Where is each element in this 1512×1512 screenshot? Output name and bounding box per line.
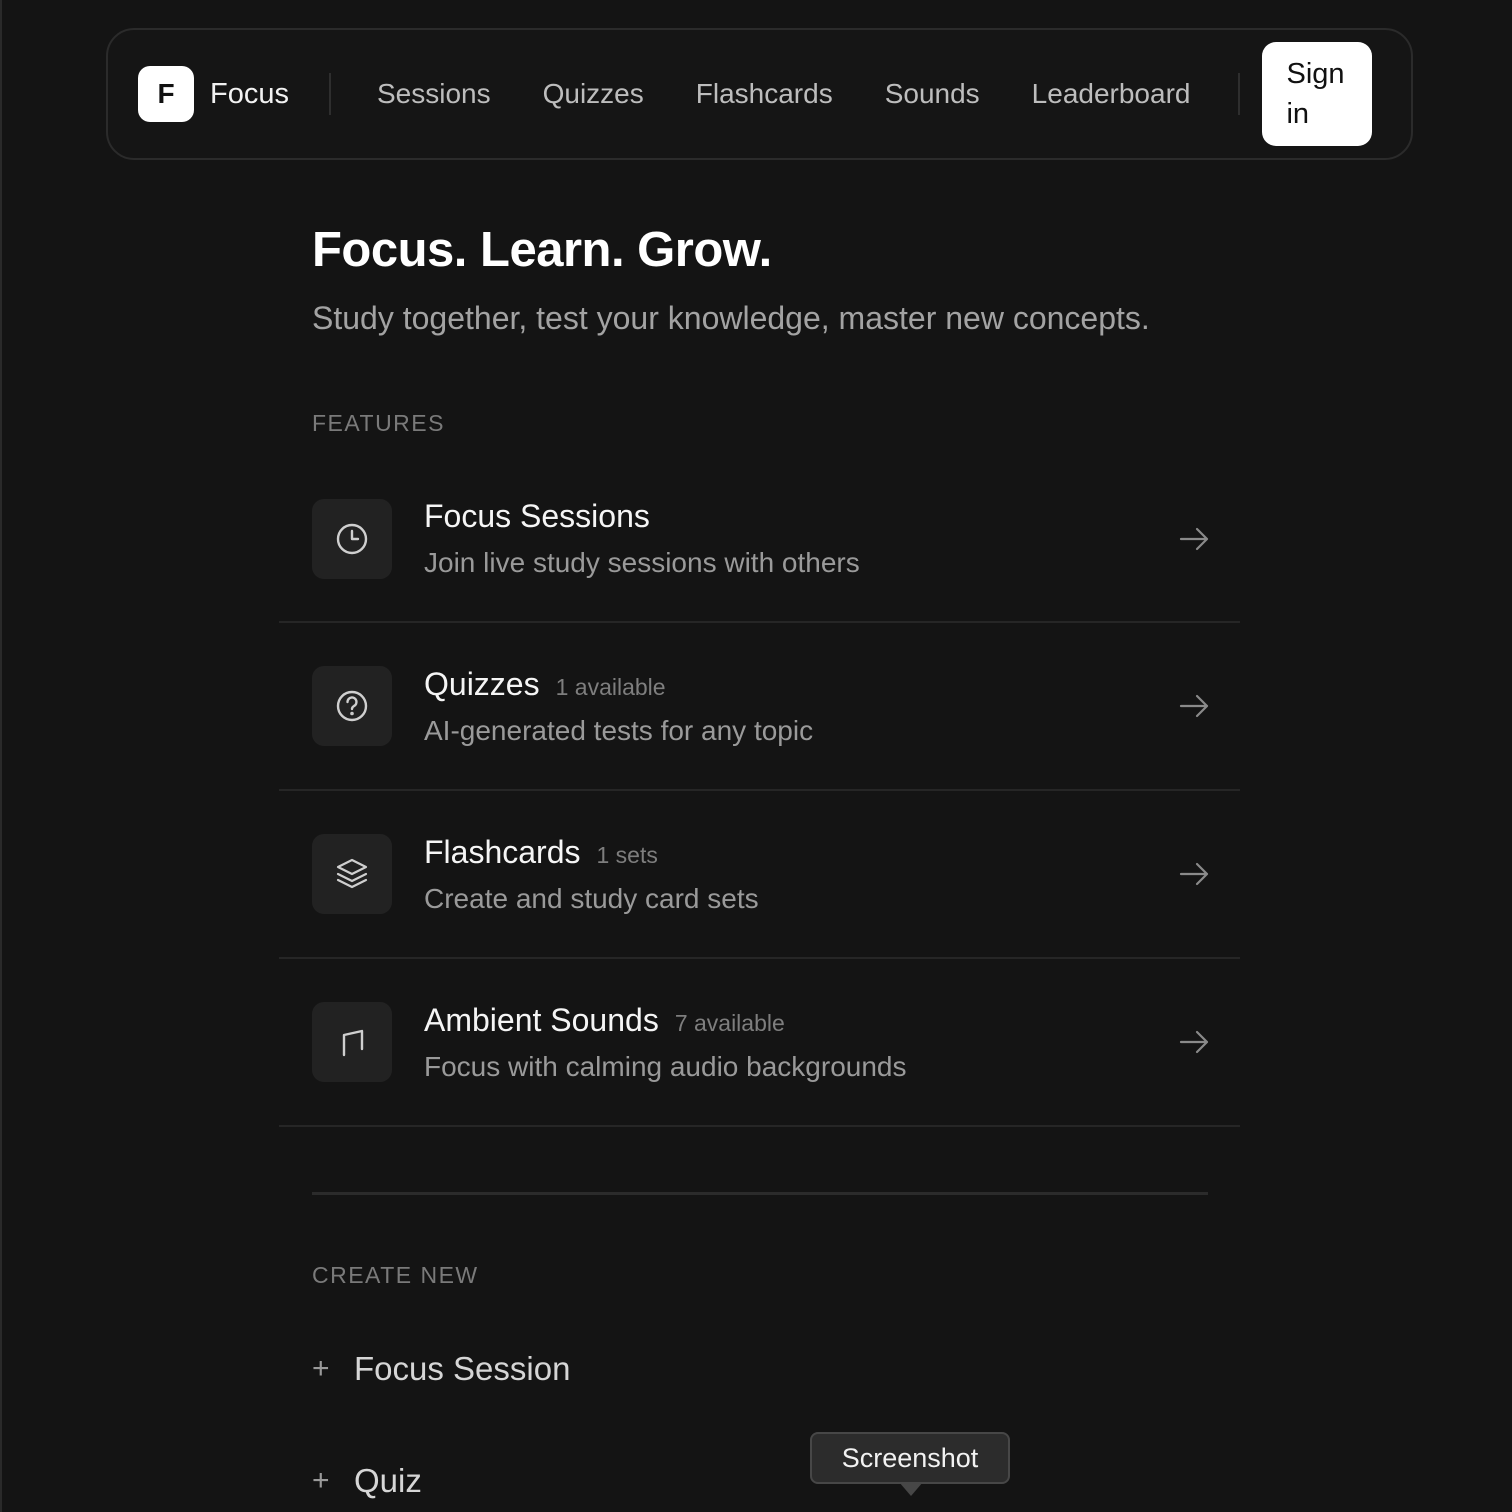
music-note-icon: [312, 1002, 392, 1082]
screenshot-tooltip: Screenshot: [810, 1432, 1010, 1484]
create-quiz-button[interactable]: + Quiz: [312, 1462, 422, 1500]
feature-row-quizzes[interactable]: Quizzes 1 available AI-generated tests f…: [279, 623, 1240, 791]
feature-description: Create and study card sets: [424, 882, 759, 914]
nav-link-flashcards[interactable]: Flashcards: [696, 78, 833, 110]
feature-description: AI-generated tests for any topic: [424, 714, 814, 746]
nav-link-leaderboard[interactable]: Leaderboard: [1032, 78, 1191, 110]
feature-row-ambient-sounds[interactable]: Ambient Sounds 7 available Focus with ca…: [279, 959, 1240, 1127]
feature-title: Ambient Sounds: [424, 1001, 659, 1038]
feature-title: Focus Sessions: [424, 498, 650, 534]
feature-description: Focus with calming audio backgrounds: [424, 1050, 907, 1082]
feature-badge: 1 available: [555, 673, 666, 700]
arrow-right-icon: [1179, 694, 1209, 718]
page-subtitle: Study together, test your knowledge, mas…: [312, 300, 1150, 336]
feature-title: Quizzes: [424, 665, 540, 702]
create-item-label: Quiz: [354, 1462, 422, 1499]
plus-icon: +: [312, 1464, 330, 1497]
create-focus-session-button[interactable]: + Focus Session: [312, 1350, 570, 1388]
top-navbar: F Focus Sessions Quizzes Flashcards Soun…: [106, 28, 1413, 160]
sign-in-button[interactable]: Sign in: [1262, 42, 1373, 146]
feature-badge: 7 available: [674, 1009, 785, 1036]
plus-icon: +: [312, 1352, 330, 1385]
nav-divider: [328, 73, 331, 115]
brand-logo: F: [138, 66, 194, 122]
tooltip-tail: [899, 1482, 923, 1496]
feature-badge: 1 sets: [596, 841, 658, 868]
arrow-right-icon: [1179, 527, 1209, 550]
nav-link-sounds[interactable]: Sounds: [885, 78, 980, 110]
features-section-label: FEATURES: [312, 410, 445, 436]
nav-link-sessions[interactable]: Sessions: [377, 78, 491, 110]
feature-row-focus-sessions[interactable]: Focus Sessions Join live study sessions …: [279, 456, 1240, 623]
nav-links: Sessions Quizzes Flashcards Sounds Leade…: [377, 78, 1191, 110]
question-circle-icon: [312, 666, 392, 746]
create-new-section-label: CREATE NEW: [312, 1262, 479, 1288]
brand[interactable]: F Focus: [138, 66, 289, 122]
feature-row-flashcards[interactable]: Flashcards 1 sets Create and study card …: [279, 791, 1240, 959]
layers-icon: [312, 834, 392, 914]
feature-description: Join live study sessions with others: [424, 547, 860, 578]
nav-link-quizzes[interactable]: Quizzes: [543, 78, 644, 110]
arrow-right-icon: [1179, 1030, 1209, 1054]
page-title: Focus. Learn. Grow.: [312, 223, 772, 277]
features-list: Focus Sessions Join live study sessions …: [279, 456, 1240, 1127]
clock-icon: [312, 498, 392, 579]
section-divider: [312, 1192, 1208, 1195]
nav-divider-right: [1238, 73, 1241, 115]
arrow-right-icon: [1179, 862, 1209, 886]
create-item-label: Focus Session: [354, 1350, 571, 1387]
feature-title: Flashcards: [424, 833, 581, 870]
brand-name: Focus: [210, 77, 289, 110]
